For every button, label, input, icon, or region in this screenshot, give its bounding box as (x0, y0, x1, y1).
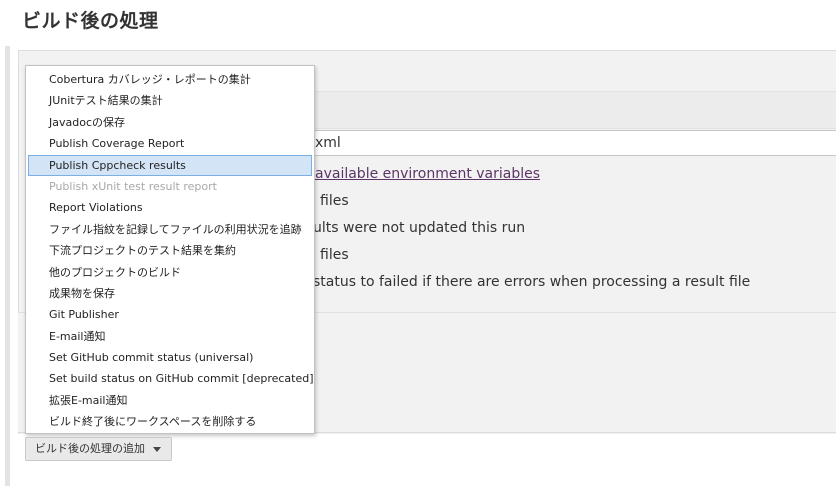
section-title: ビルド後の処理 (22, 10, 159, 32)
menu-item-email-notification[interactable]: E-mail通知 (28, 326, 312, 347)
menu-item-delete-workspace[interactable]: ビルド終了後にワークスペースを削除する (28, 411, 312, 432)
panel-line-4: status to failed if there are errors whe… (313, 274, 751, 290)
post-build-action-menu: Cobertura カバレッジ・レポートの集計 JUnitテスト結果の集計 Ja… (25, 65, 315, 434)
menu-item-github-commit-status[interactable]: Set GitHub commit status (universal) (28, 347, 312, 368)
menu-item-github-build-status[interactable]: Set build status on GitHub commit [depre… (28, 368, 314, 389)
menu-item-build-other-projects[interactable]: 他のプロジェクトのビルド (28, 262, 312, 283)
menu-item-publish-cppcheck[interactable]: Publish Cppcheck results (28, 154, 312, 176)
left-rule (5, 46, 10, 486)
report-pattern-input[interactable]: xml (300, 130, 836, 156)
panel-line-1: files (320, 193, 349, 209)
env-variables-link[interactable]: available environment variables (315, 166, 540, 182)
menu-item-cobertura[interactable]: Cobertura カバレッジ・レポートの集計 (28, 69, 312, 90)
caret-down-icon (153, 446, 161, 452)
panel-line-2: ults were not updated this run (313, 220, 526, 236)
menu-item-extended-email[interactable]: 拡張E-mail通知 (28, 390, 312, 411)
menu-item-publish-coverage[interactable]: Publish Coverage Report (28, 133, 312, 154)
menu-item-aggregate-downstream[interactable]: 下流プロジェクトのテスト結果を集約 (28, 240, 312, 261)
menu-item-fingerprint[interactable]: ファイル指紋を記録してファイルの利用状況を追跡 (28, 219, 312, 240)
add-post-build-action-button[interactable]: ビルド後の処理の追加 (25, 437, 172, 461)
menu-item-report-violations[interactable]: Report Violations (28, 197, 312, 218)
add-post-build-action-label: ビルド後の処理の追加 (35, 442, 145, 455)
post-build-config-page: ビルド後の処理 xml available environment variab… (0, 0, 836, 490)
menu-item-junit[interactable]: JUnitテスト結果の集計 (28, 90, 312, 111)
menu-item-publish-xunit: Publish xUnit test result report (49, 179, 217, 193)
panel-line-3: files (320, 247, 349, 263)
menu-item-archive-artifacts[interactable]: 成果物を保存 (28, 283, 312, 304)
menu-item-git-publisher[interactable]: Git Publisher (28, 304, 312, 325)
menu-item-javadoc[interactable]: Javadocの保存 (28, 112, 312, 133)
